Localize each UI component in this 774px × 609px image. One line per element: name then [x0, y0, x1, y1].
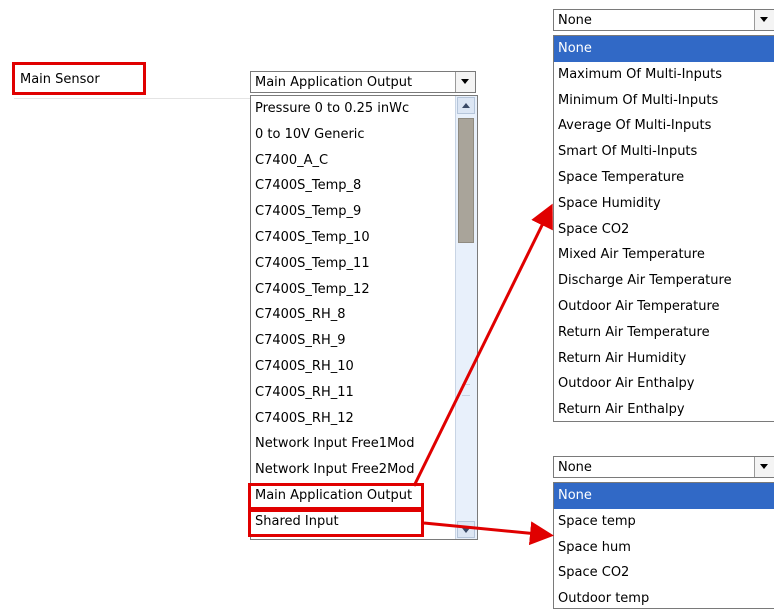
chevron-down-icon[interactable]	[455, 72, 475, 92]
chevron-down-icon[interactable]	[754, 10, 774, 30]
list-item[interactable]: Space temp	[554, 509, 774, 535]
list-item[interactable]: C7400S_Temp_12	[251, 277, 477, 303]
list-item[interactable]: Return Air Humidity	[554, 346, 774, 372]
scroll-up-icon[interactable]	[457, 97, 475, 114]
list-item[interactable]: C7400S_Temp_11	[251, 251, 477, 277]
list-item[interactable]: C7400S_RH_12	[251, 406, 477, 432]
list-item[interactable]: Network Input Free2Mod	[251, 457, 477, 483]
list-item[interactable]: Mixed Air Temperature	[554, 242, 774, 268]
list-item[interactable]: Space hum	[554, 535, 774, 561]
list-item[interactable]: Return Air Enthalpy	[554, 397, 774, 421]
scrollbar-grip-icon	[462, 384, 470, 396]
list-item[interactable]: C7400S_Temp_8	[251, 173, 477, 199]
scrollbar-thumb[interactable]	[458, 118, 474, 243]
list-item[interactable]: None	[554, 36, 774, 62]
list-item[interactable]: C7400_A_C	[251, 148, 477, 174]
scrollbar[interactable]	[455, 96, 477, 539]
shared-input-selected-value: None	[558, 460, 592, 475]
list-item[interactable]: Outdoor temp	[554, 586, 774, 608]
list-item[interactable]: C7400S_Temp_10	[251, 225, 477, 251]
chevron-down-icon[interactable]	[754, 457, 774, 477]
scroll-down-icon[interactable]	[457, 521, 475, 538]
list-item[interactable]: Space Temperature	[554, 165, 774, 191]
app-output-select[interactable]: None	[553, 9, 774, 31]
list-item[interactable]: Outdoor Air Temperature	[554, 294, 774, 320]
list-item[interactable]: Space CO2	[554, 217, 774, 243]
list-item[interactable]: 0 to 10V Generic	[251, 122, 477, 148]
list-item[interactable]: Discharge Air Temperature	[554, 268, 774, 294]
list-item[interactable]: C7400S_RH_9	[251, 328, 477, 354]
list-item[interactable]: Space CO2	[554, 560, 774, 586]
list-item[interactable]: C7400S_RH_8	[251, 302, 477, 328]
app-output-options-list[interactable]: None Maximum Of Multi-Inputs Minimum Of …	[553, 35, 774, 422]
main-sensor-label: Main Sensor	[12, 62, 146, 95]
list-item[interactable]: Outdoor Air Enthalpy	[554, 371, 774, 397]
highlight-shared-input	[248, 509, 424, 537]
list-item[interactable]: Average Of Multi-Inputs	[554, 113, 774, 139]
shared-input-select[interactable]: None	[553, 456, 774, 478]
main-sensor-select[interactable]: Main Application Output	[250, 71, 476, 93]
app-output-selected-value: None	[558, 13, 592, 28]
list-item[interactable]: C7400S_Temp_9	[251, 199, 477, 225]
list-item[interactable]: Space Humidity	[554, 191, 774, 217]
list-item[interactable]: Smart Of Multi-Inputs	[554, 139, 774, 165]
highlight-main-application-output	[248, 483, 424, 510]
shared-input-options-list[interactable]: None Space temp Space hum Space CO2 Outd…	[553, 482, 774, 609]
list-item[interactable]: C7400S_RH_11	[251, 380, 477, 406]
list-item[interactable]: Minimum Of Multi-Inputs	[554, 88, 774, 114]
list-item[interactable]: C7400S_RH_10	[251, 354, 477, 380]
list-item[interactable]: Network Input Free1Mod	[251, 431, 477, 457]
list-item[interactable]: Maximum Of Multi-Inputs	[554, 62, 774, 88]
main-sensor-options-list[interactable]: Pressure 0 to 0.25 inWc 0 to 10V Generic…	[250, 95, 478, 540]
main-sensor-selected-value: Main Application Output	[255, 75, 413, 90]
list-item[interactable]: None	[554, 483, 774, 509]
list-item[interactable]: Return Air Temperature	[554, 320, 774, 346]
list-item[interactable]: Pressure 0 to 0.25 inWc	[251, 96, 477, 122]
